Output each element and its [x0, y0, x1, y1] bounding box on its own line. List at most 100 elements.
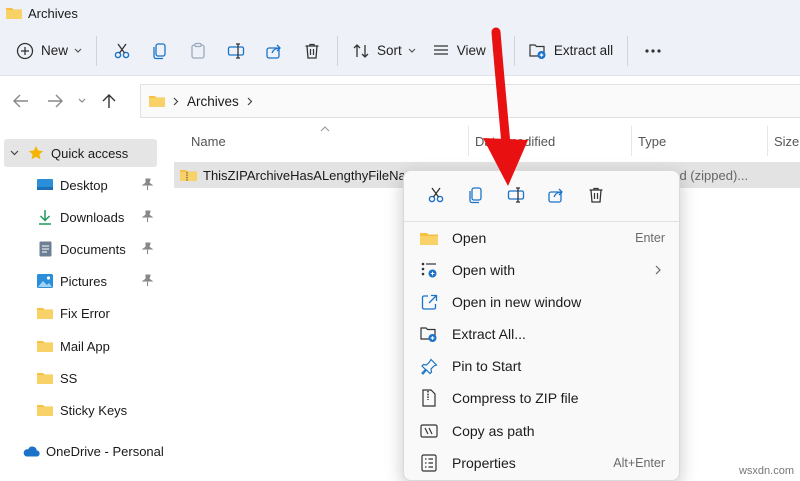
sidebar-item-fix-error[interactable]: Fix Error [4, 299, 157, 327]
toolbar-separator [337, 35, 339, 66]
share-button[interactable] [255, 32, 293, 70]
address-bar[interactable]: Archives [140, 84, 800, 118]
view-button-label: View [456, 43, 486, 58]
menu-item-open-with[interactable]: Open with [410, 255, 675, 285]
zip-folder-icon [180, 170, 197, 181]
column-header-size[interactable]: Size [774, 126, 799, 156]
copy-button[interactable] [141, 32, 179, 70]
cut-button[interactable] [416, 177, 456, 213]
see-more-button[interactable] [634, 32, 672, 70]
pin-icon [418, 355, 440, 377]
sidebar-item-label: Quick access [51, 145, 129, 161]
column-header-date-modified[interactable]: Date modified [475, 126, 555, 156]
sidebar-item-label: Fix Error [60, 305, 110, 321]
download-icon [36, 208, 54, 226]
more-icon [645, 48, 661, 53]
breadcrumb-archives[interactable]: Archives [187, 94, 239, 109]
up-button[interactable] [92, 84, 126, 118]
new-button-label: New [41, 43, 69, 58]
column-divider[interactable] [468, 126, 469, 156]
column-divider[interactable] [631, 126, 632, 156]
context-menu: Open Enter Open with Open in new window … [403, 170, 680, 481]
sidebar-item-ss[interactable]: SS [4, 364, 157, 392]
share-icon [548, 188, 563, 203]
menu-item-label: Copy as path [452, 423, 535, 439]
sort-icon [353, 43, 369, 58]
arrow-right-icon [48, 94, 63, 108]
sidebar-item-desktop[interactable]: Desktop [4, 171, 157, 199]
forward-button[interactable] [38, 84, 72, 118]
sidebar-item-downloads[interactable]: Downloads [4, 203, 157, 231]
view-button[interactable]: View [424, 32, 508, 70]
folder-icon [36, 369, 54, 387]
column-divider[interactable] [767, 126, 768, 156]
column-header-type[interactable]: Type [638, 126, 666, 156]
properties-icon [418, 452, 440, 474]
sidebar-item-mail-app[interactable]: Mail App [4, 332, 157, 360]
chevron-right-icon [247, 97, 253, 105]
clipboard-icon [191, 42, 205, 59]
extract-all-button[interactable]: Extract all [521, 32, 621, 70]
window-title: Archives [28, 5, 78, 21]
folder-icon [36, 401, 54, 419]
new-button[interactable]: New [8, 32, 90, 70]
delete-button[interactable] [576, 177, 616, 213]
menu-item-open-in-new-window[interactable]: Open in new window [410, 287, 675, 317]
sidebar-item-label: Desktop [60, 177, 108, 193]
pin-icon [142, 274, 153, 286]
menu-item-pin-to-start[interactable]: Pin to Start [410, 351, 675, 381]
rename-button[interactable] [217, 32, 255, 70]
rename-button[interactable] [496, 177, 536, 213]
command-bar: New Sort View Extract all [0, 26, 800, 76]
chevron-right-icon [655, 265, 661, 275]
sort-button-label: Sort [377, 43, 402, 58]
sidebar-item-label: Pictures [60, 273, 107, 289]
menu-item-label: Extract All... [452, 326, 526, 342]
menu-item-properties[interactable]: Properties Alt+Enter [410, 448, 675, 478]
cut-button[interactable] [103, 32, 141, 70]
chevron-down-icon [492, 48, 500, 53]
chevron-down-icon [408, 48, 416, 53]
copy-icon [469, 187, 482, 204]
sort-ascending-icon [320, 126, 330, 132]
copy-icon [153, 42, 166, 59]
copy-button[interactable] [456, 177, 496, 213]
sidebar-item-label: SS [60, 370, 78, 386]
scissors-icon [428, 187, 444, 203]
menu-item-label: Properties [452, 455, 516, 471]
delete-button[interactable] [293, 32, 331, 70]
file-name: ThisZIPArchiveHasALengthyFileName [203, 167, 424, 183]
sidebar-item-label: Documents [60, 241, 126, 257]
share-button[interactable] [536, 177, 576, 213]
menu-item-shortcut: Enter [635, 231, 665, 245]
pin-icon [142, 178, 153, 190]
menu-item-extract-all[interactable]: Extract All... [410, 319, 675, 349]
folder-icon [6, 8, 22, 19]
menu-item-shortcut: Alt+Enter [613, 456, 665, 470]
extract-folder-icon [418, 323, 440, 345]
sidebar-item-onedrive[interactable]: OneDrive - Personal [4, 437, 164, 465]
chevron-down-icon [10, 150, 19, 156]
paste-button[interactable] [179, 32, 217, 70]
column-header-name[interactable]: Name [191, 126, 226, 156]
menu-item-copy-as-path[interactable]: Copy as path [410, 416, 675, 446]
sidebar-item-pictures[interactable]: Pictures [4, 267, 157, 295]
menu-item-open[interactable]: Open Enter [410, 223, 675, 253]
menu-item-compress-to-zip[interactable]: Compress to ZIP file [410, 383, 675, 413]
menu-item-label: Pin to Start [452, 358, 522, 374]
sidebar-item-quick-access[interactable]: Quick access [4, 139, 157, 167]
back-button[interactable] [4, 84, 38, 118]
sidebar-item-label: Sticky Keys [60, 402, 128, 418]
document-icon [36, 240, 54, 258]
recent-locations-button[interactable] [72, 84, 92, 118]
sort-button[interactable]: Sort [344, 32, 424, 70]
arrow-left-icon [13, 94, 28, 108]
cloud-icon [22, 442, 40, 460]
zip-file-icon [418, 387, 440, 409]
chevron-down-icon [74, 48, 82, 53]
folder-icon [36, 337, 54, 355]
sidebar-item-label: Downloads [60, 209, 125, 225]
sidebar-item-sticky-keys[interactable]: Sticky Keys [4, 396, 157, 424]
sidebar-item-documents[interactable]: Documents [4, 235, 157, 263]
copy-path-icon [418, 420, 440, 442]
